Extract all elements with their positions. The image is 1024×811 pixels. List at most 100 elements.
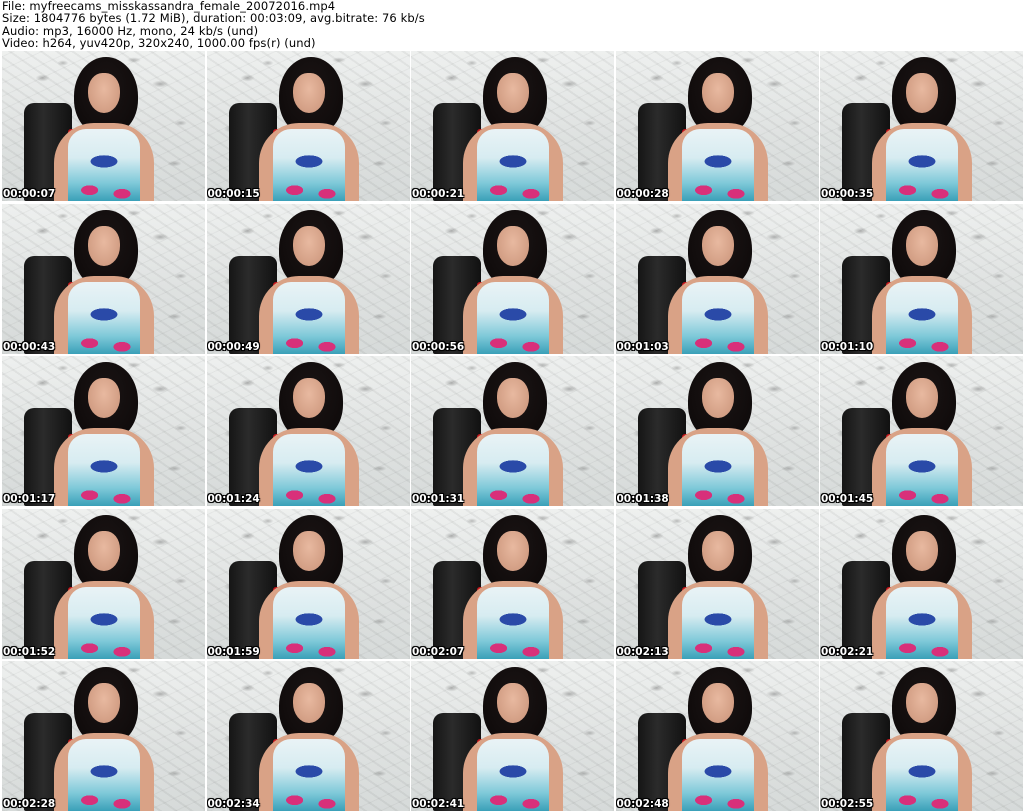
person-face-image [906, 530, 938, 571]
tank-top-image [68, 434, 140, 506]
tank-top-image [681, 739, 754, 811]
tank-top-image [272, 281, 345, 354]
person-face-image [497, 73, 529, 113]
video-thumbnail[interactable]: 00:01:10 [820, 203, 1023, 354]
video-thumbnail[interactable]: 00:01:45 [820, 356, 1023, 506]
person-face-image [88, 225, 120, 266]
thumbnail-timestamp: 00:00:28 [616, 188, 669, 200]
video-thumbnail[interactable]: 00:00:15 [206, 51, 410, 201]
tank-top-image [886, 434, 958, 506]
thumbnail-timestamp: 00:02:21 [821, 645, 874, 658]
person-face-image [701, 683, 734, 723]
thumbnail-timestamp: 00:02:48 [616, 798, 669, 810]
person-face-image [701, 378, 734, 418]
thumbnail-timestamp: 00:01:17 [3, 493, 56, 505]
person-face-image [701, 530, 734, 571]
person-face-image [88, 683, 120, 723]
person-face-image [88, 73, 120, 113]
video-thumbnail[interactable]: 00:02:28 [2, 661, 205, 811]
tank-top-image [272, 129, 345, 201]
thumbnail-timestamp: 00:01:24 [207, 493, 260, 505]
thumbnail-timestamp: 00:01:59 [207, 645, 260, 658]
person-face-image [906, 683, 938, 723]
thumbnail-timestamp: 00:01:52 [3, 645, 56, 658]
person-face-image [906, 378, 938, 418]
thumbnail-timestamp: 00:02:13 [616, 645, 669, 658]
thumbnail-grid: 00:00:07 00:00:15 00:00:21 00:00:28 00:00:35… [2, 51, 1023, 811]
thumbnail-timestamp: 00:02:55 [821, 798, 874, 810]
video-thumbnail[interactable]: 00:02:21 [820, 508, 1023, 659]
video-thumbnail[interactable]: 00:01:03 [615, 203, 819, 354]
video-thumbnail[interactable]: 00:02:34 [206, 661, 410, 811]
video-thumbnail[interactable]: 00:02:55 [820, 661, 1023, 811]
person-face-image [292, 683, 325, 723]
person-face-image [701, 225, 734, 266]
video-thumbnail[interactable]: 00:00:28 [615, 51, 819, 201]
video-thumbnail[interactable]: 00:01:31 [411, 356, 614, 506]
person-face-image [497, 530, 529, 571]
person-face-image [88, 530, 120, 571]
video-thumbnail[interactable]: 00:00:07 [2, 51, 205, 201]
thumbnail-timestamp: 00:00:43 [3, 340, 56, 353]
person-face-image [292, 530, 325, 571]
person-face-image [497, 683, 529, 723]
thumbnail-timestamp: 00:00:49 [207, 340, 260, 353]
thumbnail-timestamp: 00:01:45 [821, 493, 874, 505]
thumbnail-timestamp: 00:01:10 [821, 340, 874, 353]
thumbnail-timestamp: 00:00:21 [412, 188, 465, 200]
video-thumbnail[interactable]: 00:00:56 [411, 203, 614, 354]
person-face-image [292, 73, 325, 113]
video-thumbnail[interactable]: 00:00:35 [820, 51, 1023, 201]
tank-top-image [272, 586, 345, 659]
video-thumbnail[interactable]: 00:02:07 [411, 508, 614, 659]
thumbnail-timestamp: 00:01:38 [616, 493, 669, 505]
tank-top-image [272, 739, 345, 811]
tank-top-image [886, 739, 958, 811]
video-thumbnail[interactable]: 00:00:49 [206, 203, 410, 354]
tank-top-image [886, 129, 958, 201]
tank-top-image [68, 281, 140, 354]
video-thumbnail[interactable]: 00:01:59 [206, 508, 410, 659]
thumbnail-timestamp: 00:00:35 [821, 188, 874, 200]
person-face-image [497, 225, 529, 266]
thumbnail-timestamp: 00:01:03 [616, 340, 669, 353]
video-thumbnail[interactable]: 00:02:13 [615, 508, 819, 659]
thumbnail-timestamp: 00:00:07 [3, 188, 56, 200]
tank-top-image [68, 586, 140, 659]
thumbnail-timestamp: 00:01:31 [412, 493, 465, 505]
video-thumbnail[interactable]: 00:01:38 [615, 356, 819, 506]
tank-top-image [681, 129, 754, 201]
video-thumbnail[interactable]: 00:01:24 [206, 356, 410, 506]
thumbnail-timestamp: 00:02:28 [3, 798, 56, 810]
tank-top-image [68, 129, 140, 201]
video-thumbnail[interactable]: 00:02:48 [615, 661, 819, 811]
thumbnail-timestamp: 00:02:34 [207, 798, 260, 810]
thumbnail-timestamp: 00:00:56 [412, 340, 465, 353]
tank-top-image [477, 129, 549, 201]
thumbnail-timestamp: 00:02:41 [412, 798, 465, 810]
tank-top-image [477, 586, 549, 659]
video-thumbnail[interactable]: 00:01:52 [2, 508, 205, 659]
audio-info-line: Audio: mp3, 16000 Hz, mono, 24 kb/s (und… [2, 23, 259, 38]
tank-top-image [477, 739, 549, 811]
person-face-image [906, 73, 938, 113]
tank-top-image [886, 586, 958, 659]
tank-top-image [272, 434, 345, 506]
person-face-image [292, 378, 325, 418]
tank-top-image [477, 281, 549, 354]
video-thumbnail[interactable]: 00:01:17 [2, 356, 205, 506]
video-thumbnail[interactable]: 00:00:21 [411, 51, 614, 201]
video-info-line: Video: h264, yuv420p, 320x240, 1000.00 f… [2, 35, 316, 50]
tank-top-image [681, 281, 754, 354]
contact-sheet: File: myfreecams_misskassandra_female_20… [0, 0, 1024, 811]
person-face-image [906, 225, 938, 266]
video-thumbnail[interactable]: 00:02:41 [411, 661, 614, 811]
person-face-image [292, 225, 325, 266]
size-duration-line: Size: 1804776 bytes (1.72 MiB), duration… [2, 11, 425, 26]
tank-top-image [886, 281, 958, 354]
tank-top-image [681, 586, 754, 659]
person-face-image [88, 378, 120, 418]
video-thumbnail[interactable]: 00:00:43 [2, 203, 205, 354]
thumbnail-timestamp: 00:02:07 [412, 645, 465, 658]
tank-top-image [681, 434, 754, 506]
